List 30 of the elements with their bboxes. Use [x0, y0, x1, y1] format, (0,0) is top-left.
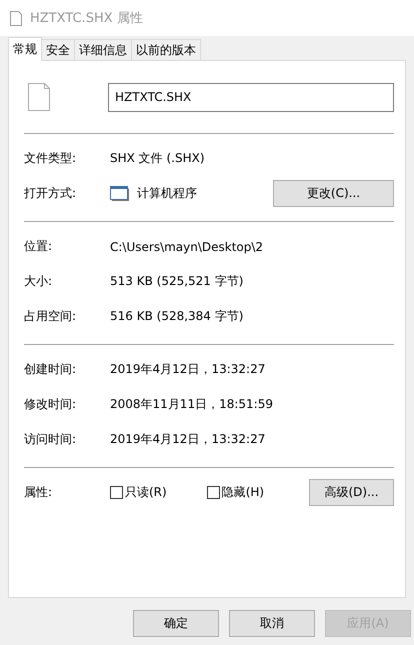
field-value: 516 KB (528,384 字节)	[110, 308, 244, 325]
dialog-button[interactable]: 确定	[133, 610, 219, 637]
field-value: 2019年4月12日，13:32:27	[110, 431, 266, 448]
field-label: 属性:	[24, 484, 54, 501]
field-label: 位置:	[24, 238, 54, 255]
field-value: C:\Users\mayn\Desktop\2	[110, 240, 264, 254]
field-value: 2019年4月12日，13:32:27	[110, 361, 266, 378]
field-label: 打开方式:	[24, 185, 78, 202]
field-label: 占用空间:	[24, 308, 78, 325]
dialog-button[interactable]: 取消	[229, 610, 315, 637]
field-label: 访问时间:	[24, 431, 78, 448]
file-name-field[interactable]: HZTXTC.SHX	[108, 82, 394, 112]
file-icon	[10, 10, 22, 26]
window-icon	[110, 186, 129, 201]
tab[interactable]: 常规	[8, 37, 42, 61]
checkbox[interactable]: 隐藏(H)	[206, 484, 264, 501]
program-name: 计算机程序	[137, 185, 197, 202]
checkbox[interactable]: 只读(R)	[110, 484, 167, 501]
advanced-button[interactable]: 高级(D)...	[309, 479, 394, 506]
field-label: 大小:	[24, 273, 54, 290]
field-value: SHX 文件 (.SHX)	[110, 150, 206, 167]
field-value: 513 KB (525,521 字节)	[110, 273, 244, 290]
field-label: 文件类型:	[24, 150, 78, 167]
file-icon	[28, 83, 50, 111]
field-label: 创建时间:	[24, 361, 78, 378]
field-label: 修改时间:	[24, 396, 78, 413]
window-title: HZTXTC.SHX 属性	[30, 10, 143, 27]
change-button[interactable]: 更改(C)...	[273, 180, 394, 207]
tab[interactable]: 以前的版本	[131, 39, 201, 60]
field-value: 2008年11月11日，18:51:59	[110, 396, 274, 413]
